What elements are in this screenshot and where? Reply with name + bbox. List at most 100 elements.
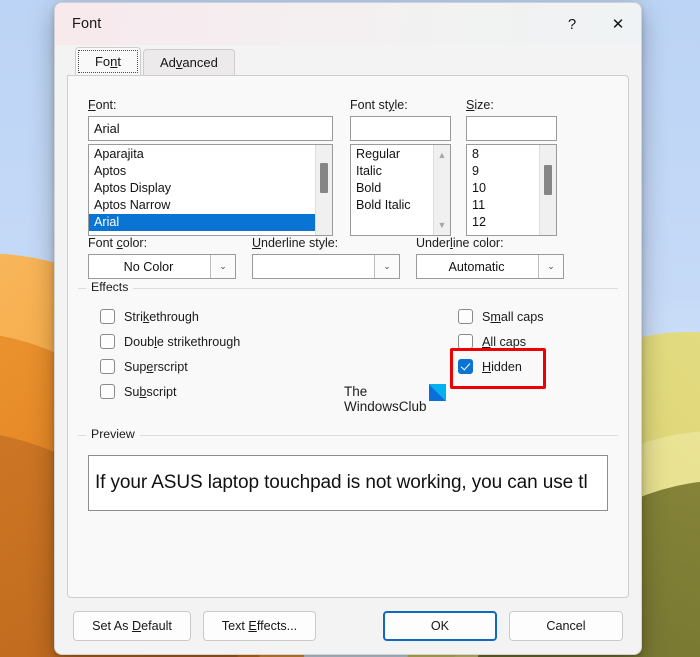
font-style-listbox[interactable]: Regular Italic Bold Bold Italic ▲ ▼: [350, 144, 451, 236]
watermark: The WindowsClub: [344, 384, 446, 414]
effects-left-column: Strikethrough Double strikethrough Super…: [100, 304, 330, 404]
set-as-default-button[interactable]: Set As Default: [73, 611, 191, 641]
list-item[interactable]: Aptos Display: [89, 180, 315, 197]
underline-color-label: Underline color:: [416, 236, 504, 250]
font-style-scrollbar[interactable]: ▲ ▼: [433, 145, 450, 235]
font-style-input[interactable]: [350, 116, 451, 141]
checkbox-box[interactable]: [458, 309, 473, 324]
chevron-down-icon[interactable]: ⌄: [374, 255, 399, 278]
font-style-list: Regular Italic Bold Bold Italic: [351, 145, 433, 235]
effects-group-title: Effects: [86, 280, 134, 294]
checkbox-box[interactable]: [100, 334, 115, 349]
font-dialog: Font ? ✕ Font Advanced Font: Arial Apara…: [54, 2, 642, 655]
checkbox-label: Double strikethrough: [124, 334, 241, 349]
text-effects-label: Text Effects...: [221, 619, 298, 633]
desktop-background: Font ? ✕ Font Advanced Font: Arial Apara…: [0, 0, 700, 657]
set-as-default-label: Set As Default: [92, 619, 172, 633]
titlebar-buttons: ? ✕: [549, 3, 641, 45]
list-item[interactable]: Aptos Narrow: [89, 197, 315, 214]
scroll-down-icon[interactable]: ▼: [434, 217, 450, 233]
list-item[interactable]: 11: [467, 197, 539, 214]
chevron-down-icon[interactable]: ⌄: [538, 255, 563, 278]
effects-group: Effects Strikethrough Double strikethrou…: [78, 280, 618, 428]
tab-font[interactable]: Font: [75, 47, 141, 75]
underline-color-value: Automatic: [448, 259, 505, 274]
underline-style-dropdown[interactable]: ⌄: [252, 254, 400, 279]
list-item-selected[interactable]: Arial: [89, 214, 315, 231]
list-item[interactable]: Italic: [351, 163, 433, 180]
scrollbar-thumb[interactable]: [544, 165, 552, 195]
checkbox-all-caps[interactable]: All caps: [458, 329, 628, 354]
list-item[interactable]: 9: [467, 163, 539, 180]
help-icon[interactable]: ?: [549, 3, 595, 45]
effects-right-column: Small caps All caps Hidden: [458, 304, 628, 379]
list-item[interactable]: Regular: [351, 146, 433, 163]
checkbox-double-strikethrough[interactable]: Double strikethrough: [100, 329, 330, 354]
checkbox-subscript[interactable]: Subscript: [100, 379, 330, 404]
checkbox-strikethrough[interactable]: Strikethrough: [100, 304, 330, 329]
font-name-listbox[interactable]: Aparajita Aptos Aptos Display Aptos Narr…: [88, 144, 333, 236]
preview-group-title: Preview: [86, 427, 140, 441]
dialog-footer: Set As Default Text Effects... OK Cancel: [55, 598, 641, 654]
checkbox-box[interactable]: [100, 384, 115, 399]
watermark-line1: The: [344, 384, 368, 399]
chevron-down-icon[interactable]: ⌄: [210, 255, 235, 278]
list-item[interactable]: Aparajita: [89, 146, 315, 163]
checkbox-label: Hidden: [482, 359, 522, 374]
checkbox-box[interactable]: [458, 334, 473, 349]
font-size-scrollbar[interactable]: [539, 145, 556, 235]
underline-style-label: Underline style:: [252, 236, 339, 250]
list-item[interactable]: Aptos: [89, 163, 315, 180]
font-size-list: 8 9 10 11 12: [467, 145, 539, 235]
checkbox-label: Strikethrough: [124, 309, 199, 324]
preview-group-line: [78, 435, 618, 436]
font-size-listbox[interactable]: 8 9 10 11 12: [466, 144, 557, 236]
font-size-input[interactable]: [466, 116, 557, 141]
font-tab-panel: Font: Arial Aparajita Aptos Aptos Displa…: [67, 75, 629, 598]
underline-color-group: Underline color: Automatic ⌄: [416, 236, 564, 279]
checkbox-box[interactable]: [100, 359, 115, 374]
font-color-label: Font color:: [88, 236, 148, 250]
list-item[interactable]: 8: [467, 146, 539, 163]
font-color-group: Font color: No Color ⌄: [88, 236, 236, 279]
underline-style-group: Underline style: ⌄: [252, 236, 400, 279]
checkbox-label: All caps: [482, 334, 527, 349]
preview-text: If your ASUS laptop touchpad is not work…: [95, 472, 588, 493]
checkbox-label: Small caps: [482, 309, 544, 324]
checkbox-box-checked[interactable]: [458, 359, 473, 374]
ok-button[interactable]: OK: [383, 611, 497, 641]
checkbox-hidden[interactable]: Hidden: [458, 354, 628, 379]
checkbox-box[interactable]: [100, 309, 115, 324]
font-color-dropdown[interactable]: No Color ⌄: [88, 254, 236, 279]
checkbox-superscript[interactable]: Superscript: [100, 354, 330, 379]
list-item[interactable]: 12: [467, 214, 539, 231]
list-item[interactable]: Bold: [351, 180, 433, 197]
windowsclub-logo-icon: [428, 384, 446, 401]
tab-advanced-label: Advanced: [160, 55, 218, 70]
font-name-label: Font:: [88, 98, 117, 112]
checkbox-label: Superscript: [124, 359, 188, 374]
dialog-title: Font: [72, 16, 102, 32]
dialog-titlebar: Font ? ✕: [55, 3, 641, 45]
checkbox-small-caps[interactable]: Small caps: [458, 304, 628, 329]
font-name-scrollbar[interactable]: [315, 145, 332, 235]
tabstrip: Font Advanced: [55, 45, 641, 75]
tab-advanced[interactable]: Advanced: [143, 49, 235, 75]
preview-box: If your ASUS laptop touchpad is not work…: [88, 455, 608, 511]
list-item[interactable]: 10: [467, 180, 539, 197]
tab-font-label: Font: [94, 54, 122, 69]
close-icon[interactable]: ✕: [595, 3, 641, 45]
color-underline-row: Font color: No Color ⌄ Underline style: …: [88, 236, 608, 279]
preview-group: Preview If your ASUS laptop touchpad is …: [78, 427, 618, 535]
font-style-label: Font style:: [350, 98, 408, 112]
scroll-up-icon[interactable]: ▲: [434, 147, 450, 163]
effects-group-line: [78, 288, 618, 289]
cancel-button[interactable]: Cancel: [509, 611, 623, 641]
text-effects-button[interactable]: Text Effects...: [203, 611, 316, 641]
scrollbar-thumb[interactable]: [320, 163, 328, 193]
font-color-value: No Color: [123, 259, 174, 274]
font-name-input[interactable]: Arial: [88, 116, 333, 141]
list-item[interactable]: Bold Italic: [351, 197, 433, 214]
font-size-label: Size:: [466, 98, 494, 112]
underline-color-dropdown[interactable]: Automatic ⌄: [416, 254, 564, 279]
